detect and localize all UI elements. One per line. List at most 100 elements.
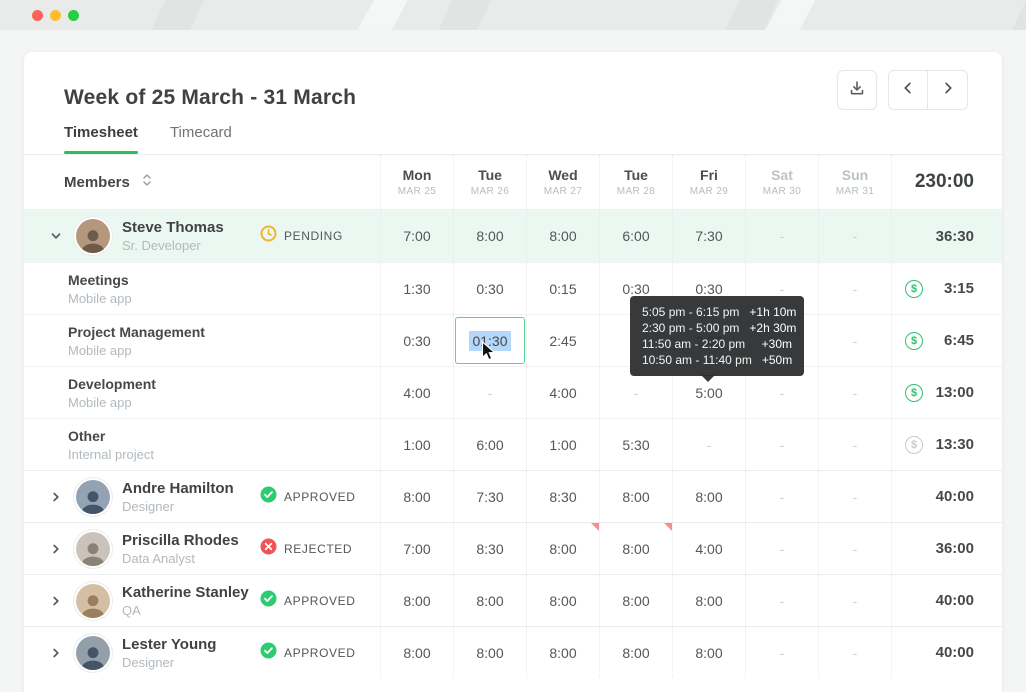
time-cell-value: 1:30 [403, 281, 430, 297]
member-name: Steve Thomas [122, 219, 250, 236]
day-column-header: SunMAR 31 [818, 155, 891, 209]
chevron-right-icon[interactable] [44, 543, 68, 555]
tooltip-entry: 10:50 am - 11:40 pm +50m [642, 353, 792, 368]
time-cell-value: 8:00 [549, 541, 576, 557]
minimize-button[interactable] [50, 10, 61, 21]
download-button[interactable] [837, 70, 877, 110]
time-cell[interactable]: 6:00 [453, 419, 526, 470]
time-cell[interactable]: - [745, 575, 818, 626]
billable-dollar-icon: $ [905, 384, 923, 402]
time-cell-value: 8:00 [622, 593, 649, 609]
time-cell-value: 8:00 [695, 593, 722, 609]
time-cell[interactable]: 8:00 [380, 471, 453, 522]
time-cell[interactable]: 7:30 [672, 210, 745, 262]
time-cell-value: - [488, 385, 493, 401]
time-cell[interactable]: 8:30 [453, 523, 526, 574]
chevron-right-icon[interactable] [44, 595, 68, 607]
project-task-name: Meetings [68, 272, 132, 288]
sort-icon[interactable] [142, 173, 152, 192]
time-cell[interactable]: - [818, 627, 891, 678]
time-cell[interactable]: - [818, 419, 891, 470]
time-cell[interactable]: - [745, 523, 818, 574]
check-icon [260, 486, 277, 508]
time-cell[interactable]: 8:00 [672, 627, 745, 678]
time-cell[interactable]: 0:30 [453, 263, 526, 314]
next-week-button[interactable] [928, 70, 968, 110]
time-cell[interactable]: 8:00 [453, 627, 526, 678]
time-cell[interactable]: 2:45 [526, 315, 599, 366]
time-cell[interactable]: - [745, 471, 818, 522]
time-cell[interactable]: 4:00 [380, 367, 453, 418]
time-cell[interactable]: - [745, 210, 818, 262]
time-cell[interactable]: - [672, 419, 745, 470]
time-cell[interactable]: 7:00 [380, 210, 453, 262]
time-cell-value: 7:30 [476, 489, 503, 505]
time-cell[interactable]: 8:00 [526, 210, 599, 262]
member-role: Designer [122, 655, 250, 670]
time-cell-value: 8:00 [622, 489, 649, 505]
time-cell[interactable]: 8:00 [380, 575, 453, 626]
billable-dollar-icon: $ [905, 280, 923, 298]
time-cell[interactable]: 8:00 [599, 523, 672, 574]
time-cell[interactable]: 8:30 [526, 471, 599, 522]
time-cell[interactable]: - [453, 367, 526, 418]
chevron-down-icon[interactable] [44, 230, 68, 242]
time-cell[interactable]: 4:00 [526, 367, 599, 418]
close-button[interactable] [32, 10, 43, 21]
window-controls[interactable] [32, 10, 79, 21]
avatar [76, 219, 110, 253]
time-cell[interactable]: 8:00 [453, 575, 526, 626]
time-cell[interactable]: 8:00 [526, 575, 599, 626]
time-cell[interactable]: 8:00 [453, 210, 526, 262]
time-cell[interactable]: 8:00 [599, 627, 672, 678]
time-cell[interactable]: 8:00 [672, 471, 745, 522]
time-cell[interactable]: 8:00 [526, 627, 599, 678]
time-cell[interactable]: 0:30 [380, 315, 453, 366]
timesheet-card: Week of 25 March - 31 March Timesheet Ti… [24, 52, 1002, 692]
time-cell-value: 1:00 [549, 437, 576, 453]
time-cell[interactable]: 4:00 [672, 523, 745, 574]
time-cell[interactable]: 7:00 [380, 523, 453, 574]
avatar [76, 480, 110, 514]
chevron-right-icon[interactable] [44, 491, 68, 503]
time-cell[interactable]: 5:30 [599, 419, 672, 470]
time-cell[interactable]: 8:00 [599, 471, 672, 522]
time-cell-value: 8:00 [695, 489, 722, 505]
previous-week-button[interactable] [888, 70, 928, 110]
time-cell[interactable]: - [818, 523, 891, 574]
time-cell[interactable]: 8:00 [380, 627, 453, 678]
time-cell[interactable]: - [818, 471, 891, 522]
time-cell[interactable]: - [745, 419, 818, 470]
time-cell[interactable]: 8:00 [526, 523, 599, 574]
time-cell[interactable]: - [818, 263, 891, 314]
zoom-button[interactable] [68, 10, 79, 21]
time-cell-value: 4:00 [695, 541, 722, 557]
time-cell[interactable]: - [818, 575, 891, 626]
time-cell-value: - [853, 541, 858, 557]
time-cell[interactable]: 0:15 [526, 263, 599, 314]
row-total: $ 3:15 [891, 263, 1002, 314]
status-badge: APPROVED [260, 642, 356, 664]
time-cell[interactable]: 6:00 [599, 210, 672, 262]
time-cell[interactable]: 8:00 [599, 575, 672, 626]
member-role: QA [122, 603, 250, 618]
time-cell[interactable]: 1:00 [380, 419, 453, 470]
time-cell[interactable]: - [818, 315, 891, 366]
time-cell[interactable]: 1:30 [380, 263, 453, 314]
day-column-header: MonMAR 25 [380, 155, 453, 209]
tab-timesheet[interactable]: Timesheet [64, 124, 138, 154]
time-cell[interactable]: - [818, 210, 891, 262]
time-cell[interactable]: 8:00 [672, 575, 745, 626]
time-cell[interactable]: 7:30 [453, 471, 526, 522]
card-header: Week of 25 March - 31 March Timesheet Ti… [24, 52, 1002, 155]
chevron-right-icon[interactable] [44, 647, 68, 659]
day-column-header: TueMAR 26 [453, 155, 526, 209]
time-cell-value: - [780, 645, 785, 661]
tab-timecard[interactable]: Timecard [170, 124, 232, 154]
time-cell[interactable]: 1:00 [526, 419, 599, 470]
time-cell-value: 4:00 [403, 385, 430, 401]
status-badge: APPROVED [260, 590, 356, 612]
day-column-header: WedMAR 27 [526, 155, 599, 209]
time-cell[interactable]: - [818, 367, 891, 418]
time-cell[interactable]: - [745, 627, 818, 678]
